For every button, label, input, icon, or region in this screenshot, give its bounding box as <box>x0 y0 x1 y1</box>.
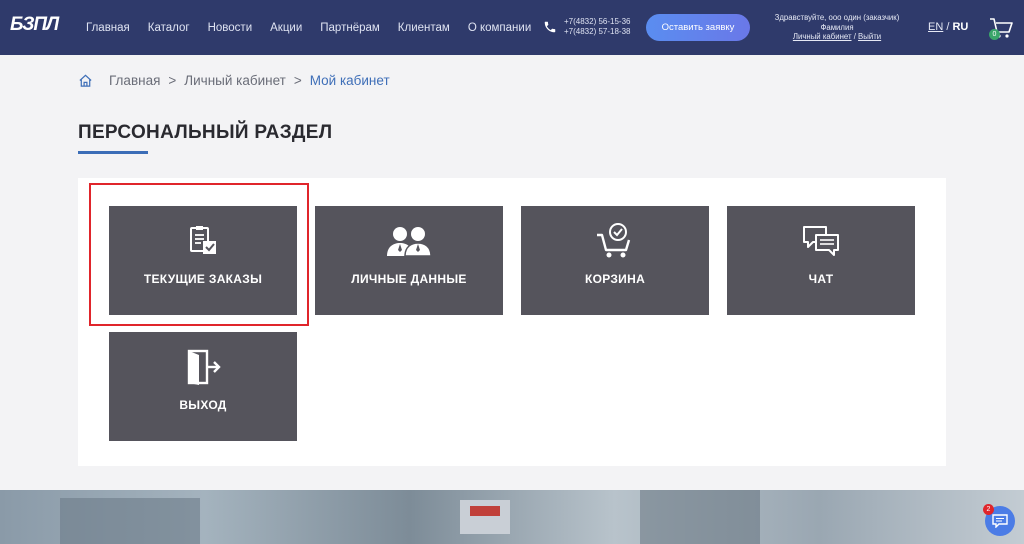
account-links-sep: / <box>853 32 856 41</box>
nav-item-news[interactable]: Новости <box>208 22 253 34</box>
phone-icon <box>544 21 556 33</box>
lang-en[interactable]: EN <box>928 21 943 33</box>
chat-widget-icon <box>992 514 1008 528</box>
site-logo[interactable]: БЗПЛ <box>10 14 68 35</box>
nav-item-catalog[interactable]: Каталог <box>148 22 190 34</box>
chat-icon <box>803 226 839 256</box>
user-greeting: Здравствуйте, ооо один (заказчик) Фамили… <box>762 13 912 42</box>
chat-widget-badge: 2 <box>983 504 994 515</box>
tile-cart[interactable]: КОРЗИНА <box>521 206 709 315</box>
orders-icon <box>190 226 216 254</box>
photo-shape <box>640 490 760 544</box>
language-switcher: EN / RU <box>928 21 968 33</box>
tile-label: КОРЗИНА <box>584 272 646 286</box>
nav-item-home[interactable]: Главная <box>86 22 130 34</box>
tile-chat[interactable]: ЧАТ <box>727 206 915 315</box>
exit-icon <box>187 349 221 385</box>
breadcrumb: Главная > Личный кабинет > Мой кабинет <box>78 73 390 88</box>
site-header: БЗПЛ Главная Каталог Новости Акции Партн… <box>0 0 1024 55</box>
nav-item-partners[interactable]: Партнёрам <box>320 22 380 34</box>
phone-numbers: +7(4832) 56-15-36 +7(4832) 57-18-38 <box>564 17 631 37</box>
footer-photo <box>0 490 1024 544</box>
photo-shape <box>60 498 200 544</box>
breadcrumb-sep: > <box>168 73 177 88</box>
nav-item-clients[interactable]: Клиентам <box>398 22 450 34</box>
title-underline <box>78 151 148 154</box>
lang-sep: / <box>946 21 950 33</box>
user-name: Фамилия <box>820 22 854 32</box>
account-links: Личный кабинет / Выйти <box>762 32 912 42</box>
tile-label: ЧАТ <box>808 272 834 286</box>
tile-current-orders[interactable]: ТЕКУЩИЕ ЗАКАЗЫ <box>109 206 297 315</box>
tile-label: ВЫХОД <box>179 398 227 412</box>
phone-number-1[interactable]: +7(4832) 56-15-36 <box>564 17 631 27</box>
request-button[interactable]: Оставить заявку <box>646 14 750 41</box>
lang-ru[interactable]: RU <box>952 21 968 33</box>
greeting-text: Здравствуйте, ооо один (заказчик) <box>774 13 900 22</box>
phone-number-2[interactable]: +7(4832) 57-18-38 <box>564 27 631 37</box>
account-link[interactable]: Личный кабинет <box>793 32 852 41</box>
tile-label: ЛИЧНЫЕ ДАННЫЕ <box>351 272 467 286</box>
tile-label: ТЕКУЩИЕ ЗАКАЗЫ <box>143 272 263 286</box>
logout-link[interactable]: Выйти <box>858 32 881 41</box>
home-icon[interactable] <box>78 73 93 88</box>
cart-count-badge: 0 <box>989 29 1000 40</box>
photo-shape <box>470 506 500 516</box>
nav-item-about[interactable]: О компании <box>468 22 531 34</box>
nav-item-promos[interactable]: Акции <box>270 22 302 34</box>
breadcrumb-sep: > <box>293 73 302 88</box>
breadcrumb-current: Мой кабинет <box>309 73 390 88</box>
users-icon <box>387 227 432 257</box>
breadcrumb-home[interactable]: Главная <box>109 73 160 88</box>
main-nav: Главная Каталог Новости Акции Партнёрам … <box>86 0 549 55</box>
cart-check-icon <box>597 223 631 258</box>
page-title: ПЕРСОНАЛЬНЫЙ РАЗДЕЛ <box>78 122 333 143</box>
tile-personal-data[interactable]: ЛИЧНЫЕ ДАННЫЕ <box>315 206 503 315</box>
tile-exit[interactable]: ВЫХОД <box>109 332 297 441</box>
breadcrumb-account[interactable]: Личный кабинет <box>184 73 286 88</box>
